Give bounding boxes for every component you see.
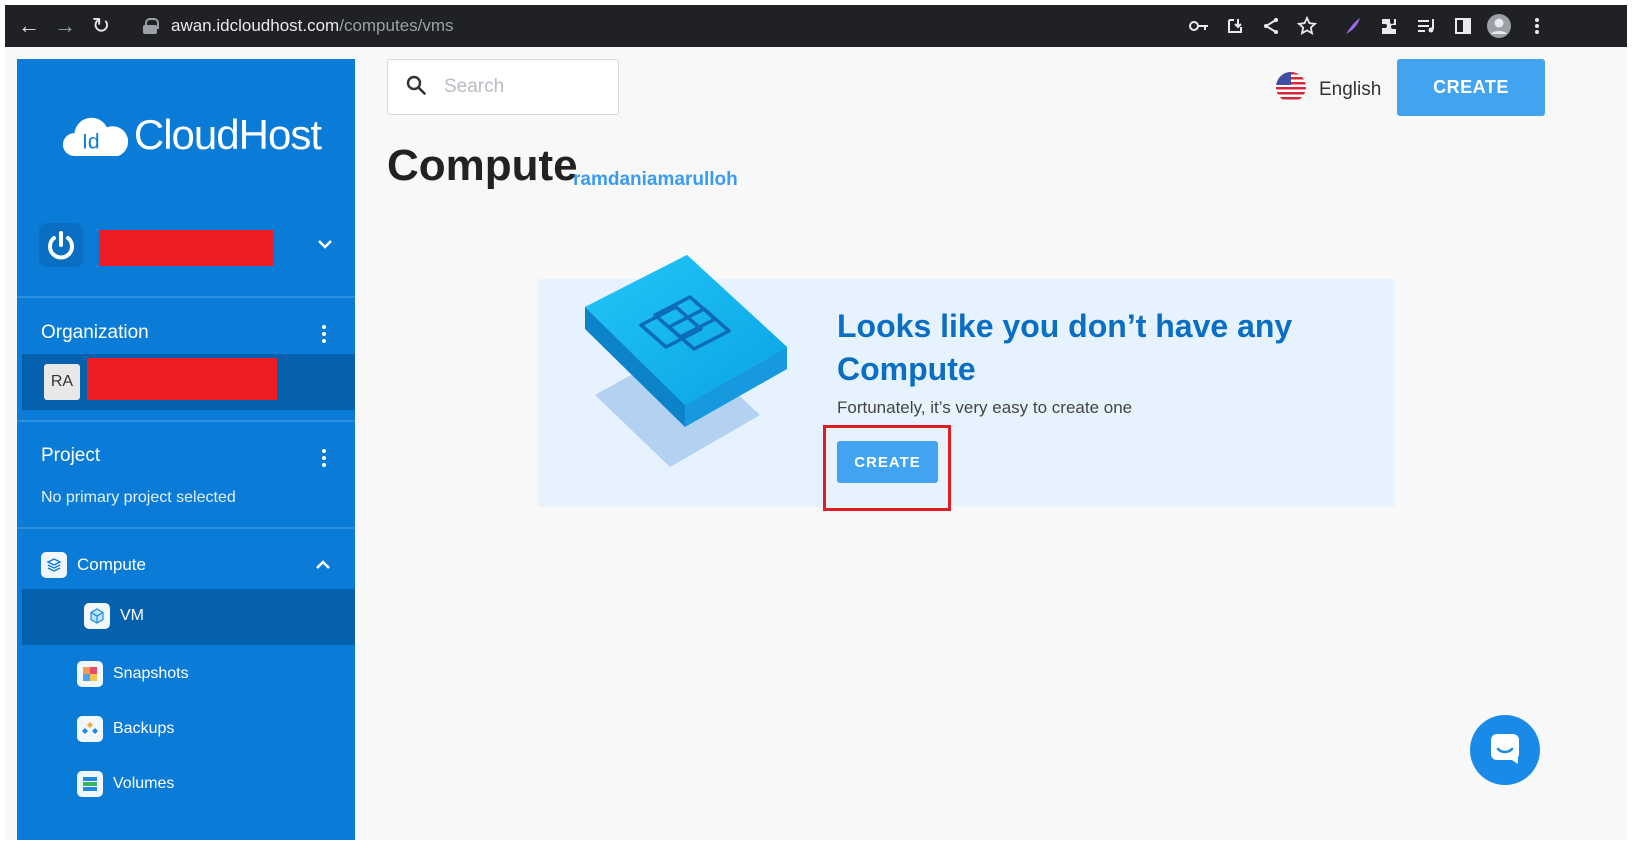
sidebar-item-label: Compute [77,555,146,574]
redacted-organization-name [87,358,277,400]
power-icon [39,223,83,267]
sidebar-item-label: Snapshots [113,665,189,682]
page-title: Compute [387,141,578,190]
star-icon[interactable] [1295,14,1319,38]
compute-icon [41,552,67,578]
compute-cube-illustration [575,245,795,485]
search-placeholder: Search [444,76,505,97]
organization-item[interactable]: RA [22,354,355,410]
divider [17,296,355,298]
create-button-empty-state[interactable]: CREATE [837,441,938,483]
sidebar-item-label: VM [120,607,144,624]
reload-icon[interactable]: ↻ [87,12,115,40]
org-avatar: RA [44,364,80,400]
app-frame: ← → ↻ awan.idcloudhost.com/computes/vms [5,5,1627,840]
sidebar: Id CloudHost Organization RA Project No … [17,59,355,840]
cloud-logo-icon: Id [62,117,129,157]
share-icon[interactable] [1259,14,1283,38]
chat-icon [1488,731,1522,770]
backups-icon [77,716,103,742]
feather-extension-icon[interactable] [1341,14,1365,38]
redacted-account-name [99,230,274,266]
divider [17,420,355,422]
volumes-icon [77,771,103,797]
sidebar-item-vm[interactable]: VM [22,589,355,645]
project-title: Project [41,445,101,466]
chat-widget-button[interactable] [1470,715,1540,785]
forward-icon[interactable]: → [51,12,79,40]
sidebar-item-backups[interactable]: Backups [17,702,355,756]
profile-avatar-icon[interactable] [1487,14,1511,38]
url-path: /computes/vms [339,16,454,35]
language-selector[interactable]: English [1275,71,1381,108]
vm-cube-icon [84,603,110,629]
browser-menu-icon[interactable] [1525,14,1549,38]
side-panel-icon[interactable] [1451,14,1475,38]
empty-state-title: Looks like you don’t have any Compute [837,308,1293,387]
divider [17,527,355,529]
us-flag-icon [1275,71,1307,108]
key-icon[interactable] [1187,14,1211,38]
empty-state-subtitle: Fortunately, it’s very easy to create on… [837,398,1133,417]
sidebar-item-volumes[interactable]: Volumes [17,757,355,811]
url-host: awan.idcloudhost.com [171,16,340,35]
extensions-icon[interactable] [1377,14,1401,38]
logo-text: CloudHost [133,111,322,158]
account-switcher[interactable] [17,223,355,299]
reading-list-icon[interactable] [1415,14,1439,38]
sidebar-item-compute[interactable]: Compute [17,538,355,592]
install-icon[interactable] [1223,14,1247,38]
create-button-header[interactable]: CREATE [1397,59,1545,116]
back-icon[interactable]: ← [15,12,43,40]
organization-title: Organization [41,322,149,343]
logo-mark: Id [82,130,100,153]
sidebar-item-label: Volumes [113,775,175,792]
sidebar-item-snapshots[interactable]: Snapshots [17,647,355,701]
browser-toolbar: ← → ↻ awan.idcloudhost.com/computes/vms [5,5,1627,47]
project-menu-icon[interactable] [317,447,331,469]
organization-menu-icon[interactable] [317,323,331,345]
snapshots-icon [77,661,103,687]
search-icon [406,75,426,100]
project-status: No primary project selected [41,489,236,506]
search-input[interactable]: Search [387,59,619,115]
chevron-up-icon[interactable] [315,558,331,576]
sidebar-item-label: Backups [113,720,175,737]
chevron-down-icon[interactable] [317,237,333,255]
page-username: ramdaniamarulloh [573,169,738,190]
idcloudhost-logo[interactable]: Id CloudHost [61,105,322,165]
language-label: English [1319,78,1382,100]
address-bar[interactable]: awan.idcloudhost.com/computes/vms [143,14,454,38]
lock-icon [143,18,159,34]
